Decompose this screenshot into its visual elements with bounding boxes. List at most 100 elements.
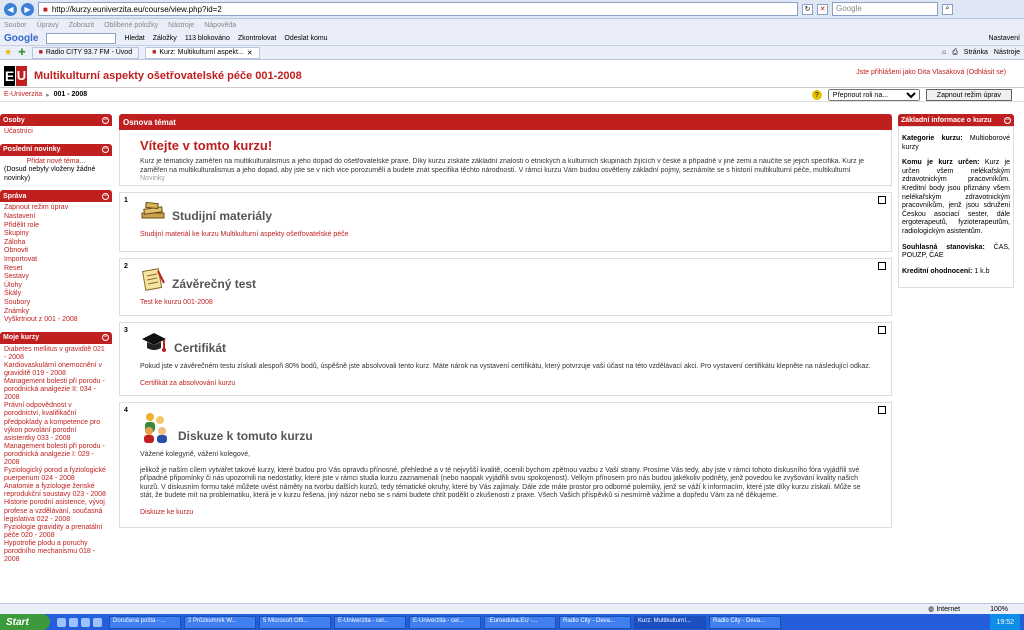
- news-forum-link[interactable]: Novinky: [140, 175, 887, 182]
- course-link[interactable]: Diabetes mellitus v graviditě 021 - 2008: [4, 346, 108, 362]
- taskbar-item[interactable]: Doručená pošta - ...: [109, 615, 181, 629]
- participants-link[interactable]: Účastníci: [4, 128, 108, 137]
- course-link[interactable]: Fyziologický porod a fyziologické puerpe…: [4, 467, 108, 483]
- collapse-icon[interactable]: −: [1004, 116, 1011, 124]
- tab-label: Kurz: Multikulturní aspekt...: [159, 49, 244, 56]
- home-icon[interactable]: ⌂: [942, 49, 946, 56]
- taskbar-item[interactable]: E-Univerzita - cel...: [409, 615, 481, 629]
- refresh-icon[interactable]: ↻: [802, 3, 813, 15]
- outlook-icon[interactable]: [81, 617, 90, 627]
- collapse-icon[interactable]: −: [102, 192, 109, 200]
- help-icon[interactable]: ?: [811, 90, 822, 100]
- admin-item[interactable]: Sestavy: [4, 273, 108, 282]
- course-link[interactable]: Management bolesti při porodu - porodnic…: [4, 443, 108, 467]
- back-arrow-icon[interactable]: ◀: [4, 2, 17, 16]
- taskbar-item[interactable]: Radio City - Deva...: [709, 615, 781, 629]
- google-search-input[interactable]: [46, 32, 117, 44]
- admin-item[interactable]: Škály: [4, 290, 108, 299]
- admin-item[interactable]: Skupiny: [4, 230, 108, 239]
- page-menu[interactable]: Stránka: [964, 49, 988, 56]
- admin-item[interactable]: Vyškrtnout z 001 - 2008: [4, 316, 108, 325]
- breadcrumb-home[interactable]: E-Univerzita: [4, 91, 42, 98]
- course-link[interactable]: Fyziologie gravidity a prenatální péče 0…: [4, 524, 108, 540]
- tab-radio-city[interactable]: ■ Radio CITY 93.7 FM - Úvod: [31, 46, 140, 59]
- section-checkbox[interactable]: [878, 406, 886, 414]
- course-info-header: Základní informace o kurzu −: [898, 114, 1014, 126]
- course-link[interactable]: Historie porodní asistence, vývoj profes…: [4, 499, 108, 523]
- send-to-button[interactable]: Odeslat komu: [284, 35, 327, 42]
- favorites-star-icon[interactable]: ★: [4, 47, 12, 58]
- block-my-courses: Moje kurzy − Diabetes mellitus v gravidit…: [0, 331, 112, 567]
- section-checkbox[interactable]: [878, 262, 886, 270]
- menu-item-tools[interactable]: Nástroje: [168, 22, 194, 29]
- zoom-control[interactable]: 100%: [990, 606, 1008, 613]
- section-resource-link[interactable]: Studijní materiál ke kurzu Multikulturní…: [140, 231, 887, 238]
- credits-row: Kreditní ohodnocení: 1 k.b: [902, 268, 1010, 277]
- welcome-title: Vítejte v tomto kurzu!: [140, 138, 273, 153]
- taskbar-item[interactable]: 2 Průzkumník W...: [184, 615, 256, 629]
- course-link[interactable]: Hypotrofie plodu a poruchy porodního mec…: [4, 540, 108, 564]
- menu-item-view[interactable]: Zobrazit: [69, 22, 94, 29]
- admin-item[interactable]: Přidělit role: [4, 222, 108, 231]
- taskbar-item-active[interactable]: Kurz: Multikulturní...: [634, 615, 706, 629]
- admin-item[interactable]: Importovat: [4, 256, 108, 265]
- admin-item[interactable]: Obnovit: [4, 247, 108, 256]
- section-title-row: Certifikát: [140, 331, 887, 355]
- admin-item[interactable]: Zapnout režim úprav: [4, 204, 108, 213]
- media-icon[interactable]: [93, 617, 102, 627]
- forward-arrow-icon[interactable]: ▶: [21, 2, 34, 16]
- url-input[interactable]: ■ http://kurzy.euniverzita.eu/course/vie…: [38, 2, 798, 16]
- section-resource-link[interactable]: Diskuze ke kurzu: [140, 509, 887, 516]
- address-bar: ◀ ▶ ■ http://kurzy.euniverzita.eu/course…: [0, 0, 1024, 19]
- close-icon[interactable]: ✕: [247, 49, 253, 57]
- section-checkbox[interactable]: [878, 196, 886, 204]
- admin-item[interactable]: Záloha: [4, 239, 108, 248]
- edit-mode-button[interactable]: Zapnout režim úprav: [925, 89, 1012, 101]
- collapse-icon[interactable]: −: [102, 146, 109, 154]
- section-title: Diskuze k tomuto kurzu: [178, 429, 313, 443]
- taskbar-item[interactable]: E-Univerzita - cel...: [334, 615, 406, 629]
- admin-item[interactable]: Soubory: [4, 299, 108, 308]
- section-checkbox[interactable]: [878, 326, 886, 334]
- menu-item-favorites[interactable]: Oblíbené položky: [104, 22, 158, 29]
- bookmarks-button[interactable]: Záložky: [153, 35, 177, 42]
- menu-item-file[interactable]: Soubor: [4, 22, 27, 29]
- popup-blocked-button[interactable]: 113 blokováno: [185, 35, 230, 42]
- site-logo[interactable]: E U: [4, 65, 28, 86]
- start-button[interactable]: Start: [0, 614, 50, 630]
- print-icon[interactable]: ⎙: [952, 49, 958, 57]
- add-favorite-icon[interactable]: ✚: [18, 47, 26, 58]
- tools-menu[interactable]: Nástroje: [994, 49, 1020, 56]
- course-link[interactable]: Právní odpovědnost v porodnictví, kvalif…: [4, 402, 108, 442]
- admin-item[interactable]: Nastavení: [4, 213, 108, 222]
- collapse-icon[interactable]: −: [102, 334, 109, 342]
- ie-icon[interactable]: [57, 617, 66, 627]
- taskbar-item[interactable]: :Euroeduka.EU -...: [484, 615, 556, 629]
- google-search-button[interactable]: Hledat: [124, 35, 144, 42]
- taskbar-item[interactable]: Radio City - Deva...: [559, 615, 631, 629]
- section-resource-link[interactable]: Test ke kurzu 001-2008: [140, 299, 887, 306]
- desktop-icon[interactable]: [69, 617, 78, 627]
- tab-course[interactable]: ■ Kurz: Multikulturní aspekt... ✕: [145, 46, 260, 59]
- block-header: Osoby −: [0, 114, 112, 126]
- course-link[interactable]: Kardiovaskulární onemocnění v graviditě …: [4, 362, 108, 378]
- add-topic-link[interactable]: Přidat nové téma...: [4, 158, 108, 167]
- google-settings-button[interactable]: Nastavení: [988, 35, 1020, 42]
- section-resource-link[interactable]: Certifikát za absolvování kurzu: [140, 380, 887, 387]
- course-link[interactable]: Anatomie a fyziologie ženské reprodukční…: [4, 483, 108, 499]
- block-header: Správa −: [0, 190, 112, 203]
- admin-item[interactable]: Známky: [4, 308, 108, 317]
- spellcheck-button[interactable]: Zkontrolovat: [238, 35, 277, 42]
- menu-item-edit[interactable]: Úpravy: [37, 22, 59, 29]
- taskbar-item[interactable]: 5 Microsoft Offi...: [259, 615, 331, 629]
- search-input[interactable]: Google: [832, 2, 938, 16]
- collapse-icon[interactable]: −: [102, 116, 109, 124]
- course-link[interactable]: Management bolesti při porodu - porodnic…: [4, 378, 108, 402]
- role-select[interactable]: Přepnout roli na...: [827, 89, 920, 101]
- login-info[interactable]: Jste přihlášeni jako Dita Vlasáková (Odh…: [856, 69, 1006, 76]
- menu-item-help[interactable]: Nápověda: [204, 22, 236, 29]
- stop-icon[interactable]: ✕: [817, 3, 828, 15]
- search-icon[interactable]: ⌕: [942, 3, 953, 15]
- admin-item[interactable]: Reset: [4, 265, 108, 274]
- section-content: Diskuze k tomuto kurzu Vážené kolegyně, …: [136, 403, 891, 527]
